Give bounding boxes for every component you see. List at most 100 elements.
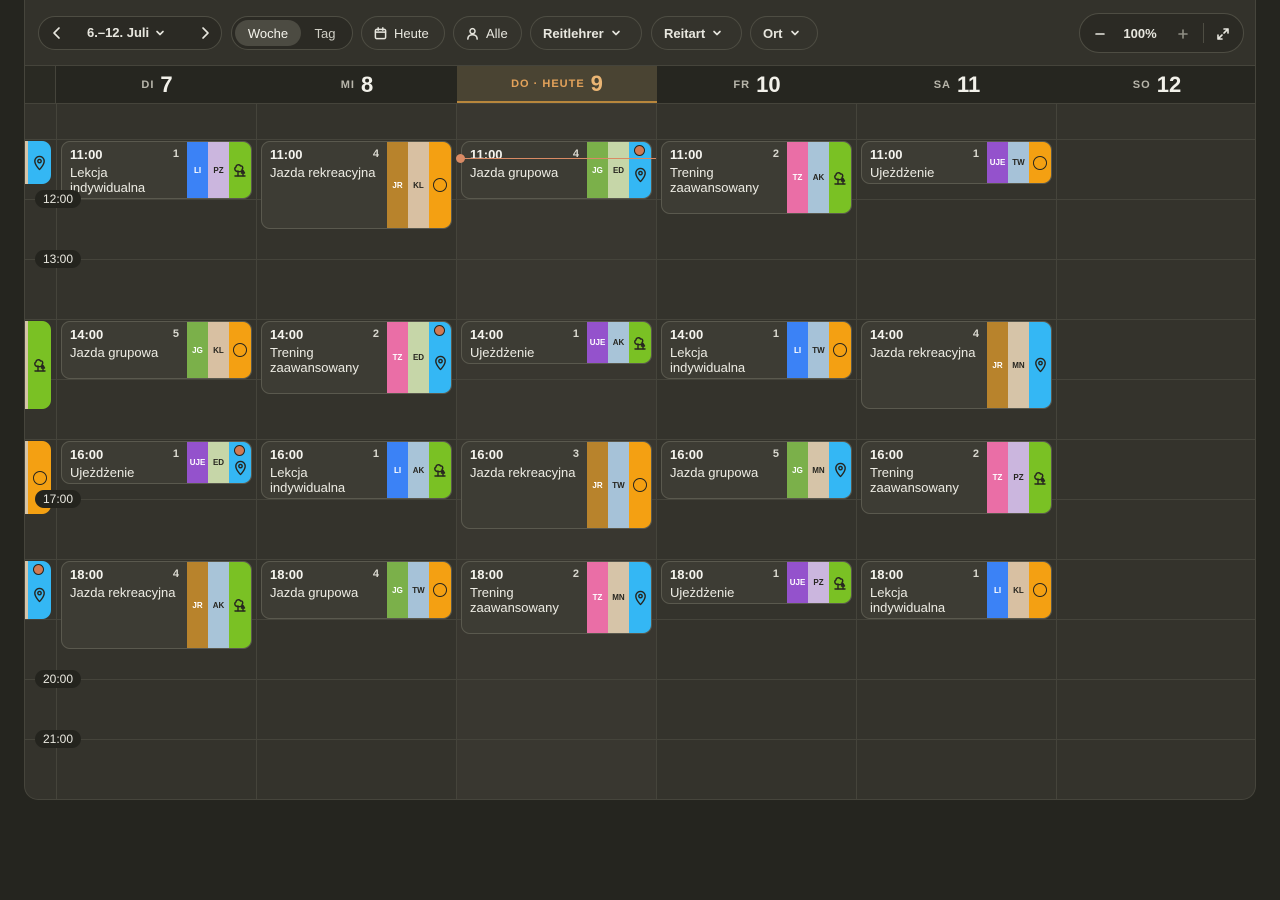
day-column-divider <box>1056 104 1057 799</box>
hour-gridline <box>25 319 1255 320</box>
lesson-event[interactable]: 16:00 2 Trening zaawansowany TZ PZ <box>861 441 1052 514</box>
lesson-event[interactable]: 14:00 2 Trening zaawansowany TZ ED <box>261 321 452 394</box>
map-pin-icon <box>834 462 846 478</box>
arena-icon <box>32 470 47 485</box>
participant-count: 4 <box>372 568 379 580</box>
day-number: 10 <box>756 72 781 97</box>
next-week-button[interactable] <box>197 25 213 41</box>
event-time: 16:00 <box>270 447 304 462</box>
lesson-event[interactable]: 16:00 1 Ujeżdżenie UJE ED <box>61 441 252 484</box>
zoom-controls: 100% <box>1079 13 1244 53</box>
event-body: 16:00 5 Jazda grupowa <box>662 442 787 498</box>
instructor-filter[interactable]: Reitlehrer <box>530 16 642 50</box>
event-body: 16:00 1 Ujeżdżenie <box>62 442 187 483</box>
hour-gridline <box>25 259 1255 260</box>
map-pin-icon <box>34 587 45 603</box>
lesson-event[interactable]: 11:00 1 Ujeżdżenie UJE TW <box>861 141 1052 184</box>
all-label: Alle <box>486 25 508 41</box>
lesson-event[interactable]: 18:00 4 Jazda grupowa JG TW <box>261 561 452 619</box>
day-column-divider <box>456 104 457 799</box>
calendar-panel: 6.–12. Juli Woche Tag Heute Alle Reitleh… <box>24 0 1256 800</box>
lesson-type-tag: JR <box>387 142 408 228</box>
lesson-type-tag: TZ <box>987 442 1008 513</box>
location-tag <box>429 142 451 228</box>
arena-icon <box>433 178 447 192</box>
prev-week-button[interactable] <box>49 25 65 41</box>
zoom-divider <box>1203 23 1204 43</box>
lesson-event[interactable]: 18:00 1 Lekcja indywidualna LI KL <box>861 561 1052 619</box>
instructor-filter-label: Reitlehrer <box>543 25 604 41</box>
event-body: 14:00 1 Ujeżdżenie <box>462 322 587 363</box>
event-body: 14:00 1 Lekcja indywidualna <box>662 322 787 378</box>
lesson-event[interactable]: 18:00 4 Jazda rekreacyjna JR AK <box>61 561 252 649</box>
location-tag <box>1029 322 1051 408</box>
today-button[interactable]: Heute <box>361 16 445 50</box>
lesson-event[interactable]: 18:00 1 Ujeżdżenie UJE PZ <box>661 561 852 604</box>
week-range-label: 6.–12. Juli <box>87 25 150 40</box>
view-day-button[interactable]: Tag <box>301 20 349 46</box>
week-range-dropdown[interactable]: 6.–12. Juli <box>87 25 165 40</box>
day-weekday: SO <box>1132 79 1151 91</box>
previous-week-event-stub[interactable] <box>25 141 51 184</box>
day-header-12[interactable]: SO 12 <box>1057 66 1255 103</box>
hour-gridline <box>25 199 1255 200</box>
location-filter[interactable]: Ort <box>750 16 818 50</box>
lesson-type-tag: LI <box>787 322 808 378</box>
hour-gridline <box>25 559 1255 560</box>
zoom-in-button[interactable] <box>1176 27 1190 41</box>
instructor-tag: PZ <box>808 562 829 603</box>
event-title: Jazda grupowa <box>70 345 159 360</box>
event-time: 16:00 <box>470 447 504 462</box>
lesson-event[interactable]: 18:00 2 Trening zaawansowany TZ MN <box>461 561 652 634</box>
day-header-8[interactable]: MI 8 <box>257 66 457 103</box>
lesson-event[interactable]: 14:00 4 Jazda rekreacyjna JR MN <box>861 321 1052 409</box>
day-header-7[interactable]: DI 7 <box>57 66 257 103</box>
location-filter-label: Ort <box>763 25 783 41</box>
event-body: 14:00 5 Jazda grupowa <box>62 322 187 378</box>
location-tag <box>829 322 851 378</box>
event-time: 18:00 <box>470 567 504 582</box>
tree-icon <box>634 336 646 350</box>
day-header-10[interactable]: FR 10 <box>657 66 857 103</box>
instructor-tag: AK <box>208 562 229 648</box>
day-header-9[interactable]: DO · HEUTE 9 <box>457 66 657 103</box>
zoom-out-button[interactable] <box>1093 27 1107 41</box>
instructor-tag: MN <box>1008 322 1029 408</box>
event-time: 16:00 <box>70 447 104 462</box>
lesson-event[interactable]: 11:00 2 Trening zaawansowany TZ AK <box>661 141 852 214</box>
hour-gridline <box>25 739 1255 740</box>
current-time-dot <box>456 154 465 163</box>
lesson-event[interactable]: 11:00 4 Jazda rekreacyjna JR KL <box>261 141 452 229</box>
location-tag <box>229 562 251 648</box>
event-time: 11:00 <box>670 147 703 162</box>
lesson-event[interactable]: 16:00 5 Jazda grupowa JG MN <box>661 441 852 499</box>
event-body: 18:00 4 Jazda grupowa <box>262 562 387 618</box>
riding-type-filter[interactable]: Reitart <box>651 16 742 50</box>
participant-count: 5 <box>172 328 179 340</box>
lesson-event[interactable]: 14:00 1 Lekcja indywidualna LI TW <box>661 321 852 379</box>
day-number: 11 <box>957 72 981 97</box>
chevron-down-icon <box>611 30 620 36</box>
time-label: 17:00 <box>35 490 81 508</box>
view-week-button[interactable]: Woche <box>235 20 301 46</box>
lesson-event[interactable]: 14:00 1 Ujeżdżenie UJE AK <box>461 321 652 364</box>
instructor-tag: AK <box>608 322 629 363</box>
previous-week-event-stub[interactable] <box>25 561 51 619</box>
hour-gridline <box>25 799 1256 800</box>
lesson-event[interactable]: 16:00 1 Lekcja indywidualna LI AK <box>261 441 452 499</box>
day-header-11[interactable]: SA 11 <box>857 66 1057 103</box>
lesson-type-tag: LI <box>187 142 208 198</box>
participant-status-dot <box>234 445 245 456</box>
fullscreen-button[interactable] <box>1216 27 1230 41</box>
all-filter-button[interactable]: Alle <box>453 16 522 50</box>
lesson-event[interactable]: 11:00 1 Lekcja indywidualna LI PZ <box>61 141 252 199</box>
lesson-event[interactable]: 14:00 5 Jazda grupowa JG KL <box>61 321 252 379</box>
lesson-event[interactable]: 16:00 3 Jazda rekreacyjna JR TW <box>461 441 652 529</box>
event-title: Lekcja indywidualna <box>870 585 946 615</box>
toolbar: 6.–12. Juli Woche Tag Heute Alle Reitleh… <box>25 0 1255 66</box>
location-tag <box>429 442 451 498</box>
event-title: Jazda grupowa <box>670 465 759 480</box>
lesson-event[interactable]: 11:00 4 Jazda grupowa JG ED <box>461 141 652 199</box>
instructor-tag: PZ <box>208 142 229 198</box>
previous-week-event-stub[interactable] <box>25 321 51 409</box>
